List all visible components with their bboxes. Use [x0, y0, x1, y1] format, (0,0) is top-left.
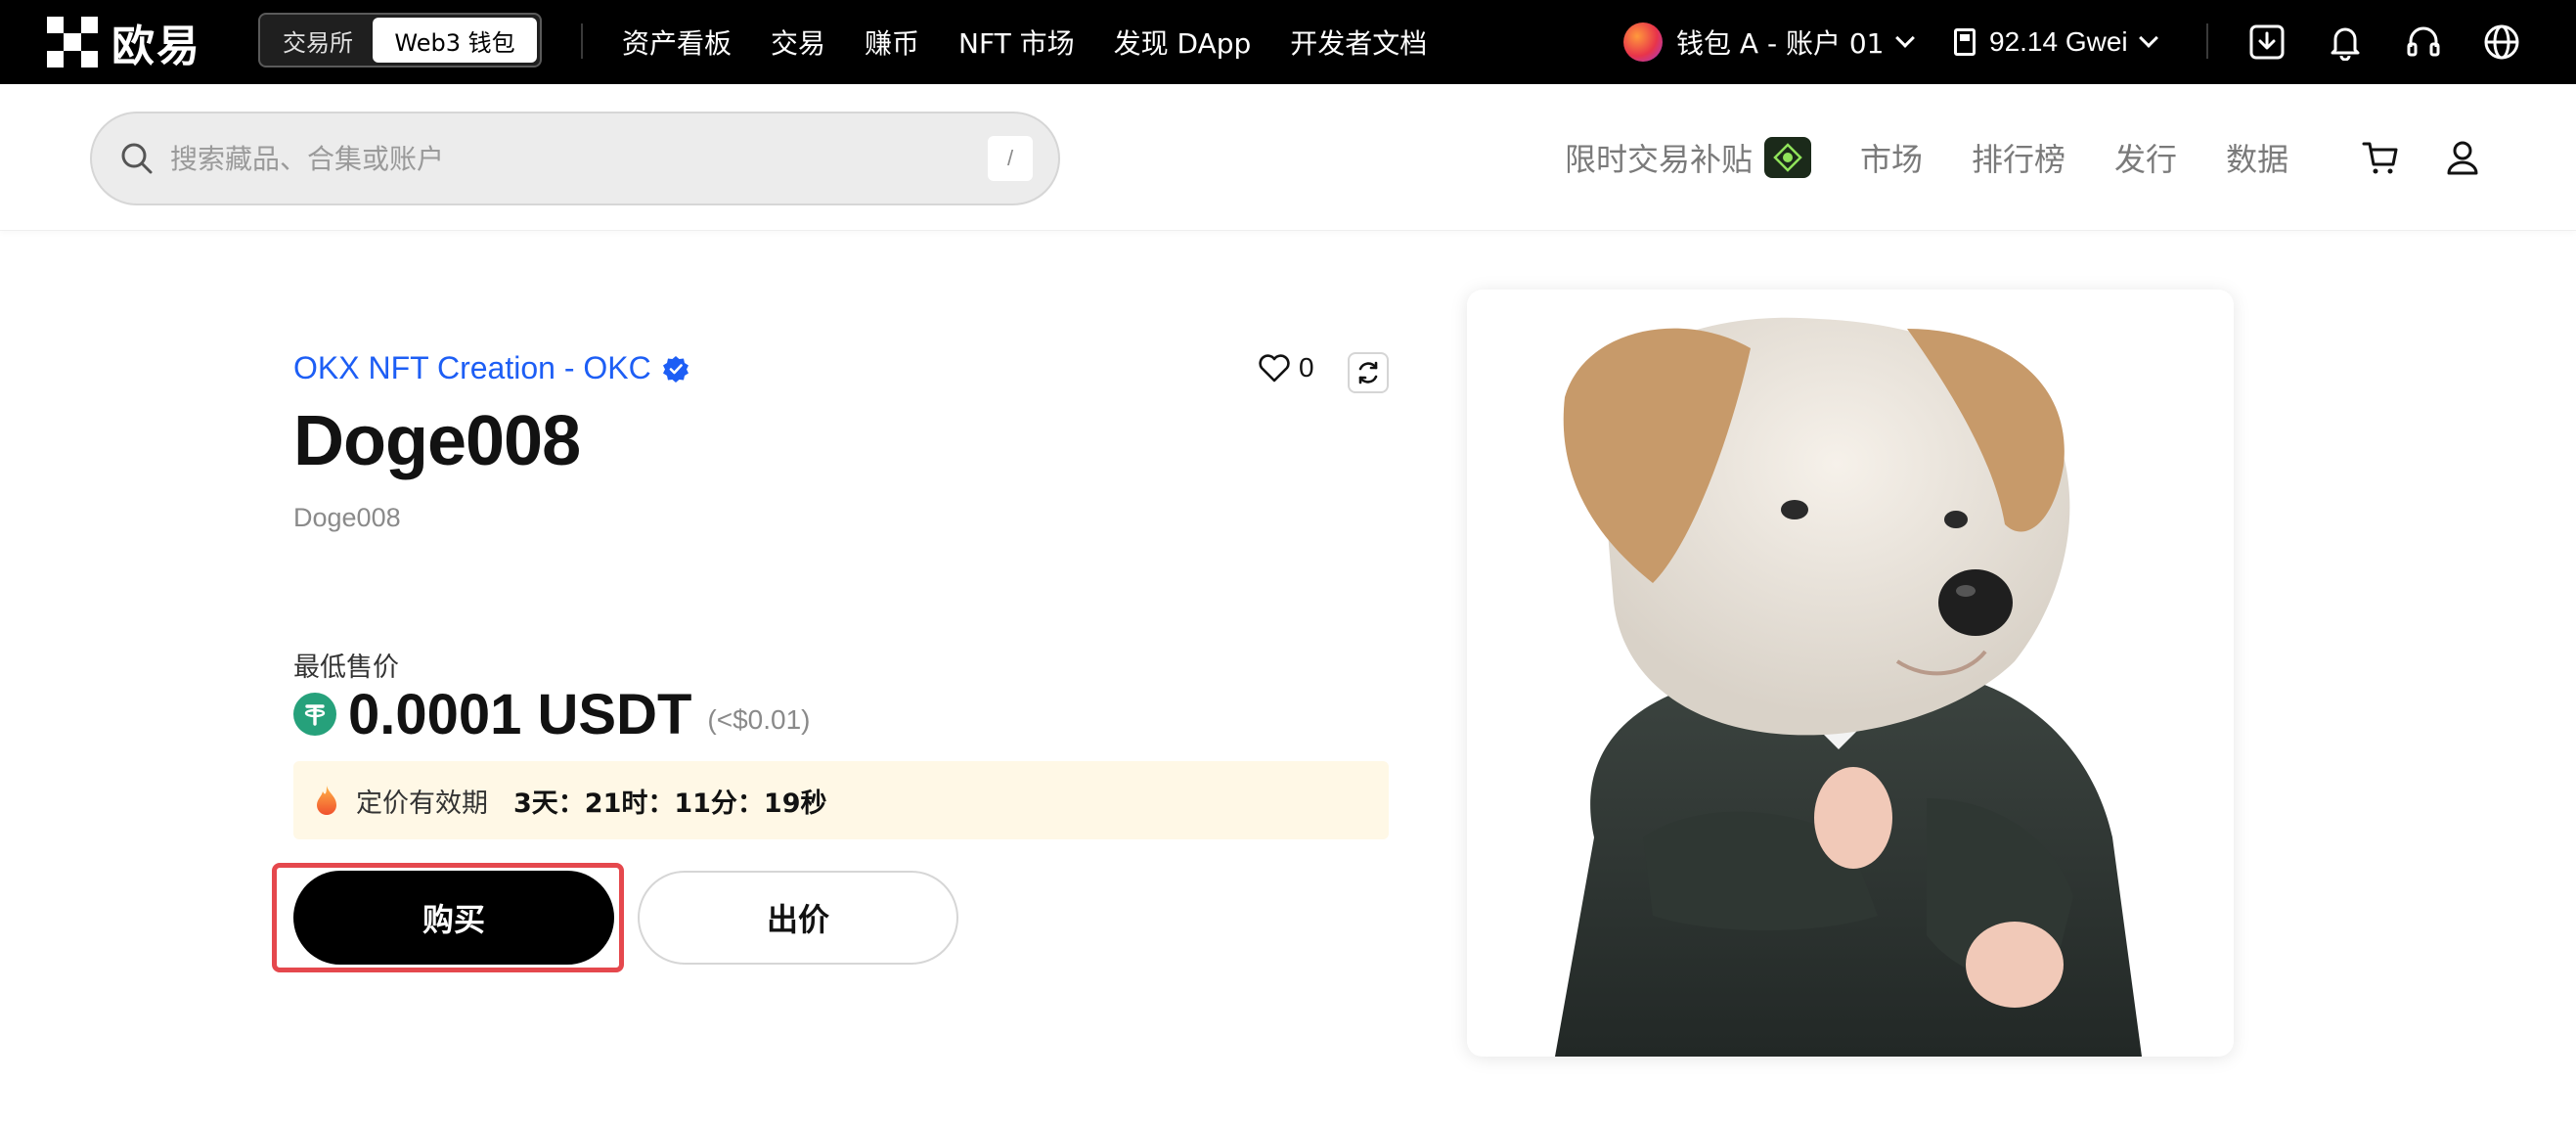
price-expiry-banner: 定价有效期 3天：21时：11分：19秒 [293, 761, 1389, 839]
nft-image-art [1467, 290, 2234, 1057]
nft-market-header: / 限时交易补贴 市场 排行榜 发行 数据 [0, 84, 2576, 231]
tab-exchange[interactable]: 交易所 [263, 18, 373, 63]
usdt-icon [293, 693, 336, 736]
nav-data[interactable]: 数据 [2226, 135, 2288, 180]
expiry-label: 定价有效期 [356, 788, 488, 819]
expiry-countdown: 3天：21时：11分：19秒 [513, 788, 827, 819]
market-nav: 限时交易补贴 市场 排行榜 发行 数据 [1565, 84, 2288, 231]
collection-link[interactable]: OKX NFT Creation - OKC [293, 350, 690, 386]
cart-icon[interactable] [2359, 136, 2402, 179]
nav-trade[interactable]: 交易 [771, 23, 825, 62]
top-bar: 欧易 交易所 Web3 钱包 资产看板 交易 赚币 NFT 市场 发现 DApp… [0, 0, 2576, 84]
nav-nft-market[interactable]: NFT 市场 [958, 23, 1075, 62]
chevron-down-icon [2138, 28, 2158, 48]
user-icon[interactable] [2441, 136, 2484, 179]
nav-asset-dashboard[interactable]: 资产看板 [622, 23, 732, 62]
buy-button[interactable]: 购买 [293, 871, 614, 965]
header-icon-group [2359, 84, 2484, 231]
logo-text: 欧易 [111, 22, 201, 71]
like-count: 0 [1299, 352, 1314, 383]
refresh-icon [1358, 361, 1378, 384]
like-button[interactable]: 0 [1258, 352, 1314, 383]
wallet-label: 钱包 A - 账户 01 [1676, 27, 1885, 60]
globe-icon[interactable] [2482, 23, 2521, 62]
chevron-down-icon [1894, 28, 1915, 48]
price-row: 0.0001 USDT (<$0.01) [293, 679, 810, 749]
make-offer-button[interactable]: 出价 [638, 871, 958, 965]
nav-trade-subsidy[interactable]: 限时交易补贴 [1565, 135, 1812, 180]
nav-developer-docs[interactable]: 开发者文档 [1290, 23, 1427, 62]
nav-discover-dapp[interactable]: 发现 DApp [1114, 23, 1252, 62]
nft-image[interactable] [1467, 290, 2234, 1057]
gas-label: 92.14 Gwei [1989, 26, 2128, 57]
mode-switch: 交易所 Web3 钱包 [258, 13, 542, 68]
promo-badge-icon [1764, 137, 1812, 178]
verified-badge-icon [662, 355, 688, 383]
wallet-selector[interactable]: 钱包 A - 账户 01 [1623, 20, 1915, 65]
divider [581, 23, 583, 59]
nav-ranking[interactable]: 排行榜 [1972, 135, 2065, 180]
logo-mark-icon [47, 17, 98, 68]
price-fiat: (<$0.01) [707, 704, 811, 735]
refresh-button[interactable] [1348, 352, 1389, 393]
download-icon[interactable] [2247, 23, 2287, 62]
price-value: 0.0001 USDT [348, 682, 692, 746]
bell-icon[interactable] [2326, 23, 2365, 62]
search-icon [121, 143, 153, 174]
search-shortcut-key: / [988, 136, 1033, 181]
nav-market[interactable]: 市场 [1860, 135, 1923, 180]
wallet-avatar-icon [1623, 23, 1663, 62]
gas-selector[interactable]: 92.14 Gwei [1954, 20, 2158, 65]
flame-icon [317, 786, 336, 815]
search-input[interactable] [170, 142, 988, 175]
nft-title: Doge008 [293, 402, 581, 480]
nft-subtitle: Doge008 [293, 503, 401, 532]
tab-web3-wallet[interactable]: Web3 钱包 [373, 18, 537, 63]
nav-earn[interactable]: 赚币 [865, 23, 919, 62]
top-nav: 资产看板 交易 赚币 NFT 市场 发现 DApp 开发者文档 [622, 0, 1427, 84]
top-icon-group [2247, 0, 2521, 84]
okx-logo[interactable]: 欧易 [47, 16, 201, 71]
nav-launch[interactable]: 发行 [2114, 135, 2177, 180]
headset-icon[interactable] [2404, 23, 2443, 62]
search-bar[interactable]: / [90, 112, 1060, 205]
heart-icon [1259, 354, 1290, 383]
divider [2206, 23, 2208, 59]
gas-pump-icon [1954, 28, 1976, 56]
collection-name: OKX NFT Creation - OKC [293, 350, 651, 385]
nav-trade-subsidy-label: 限时交易补贴 [1565, 141, 1754, 178]
